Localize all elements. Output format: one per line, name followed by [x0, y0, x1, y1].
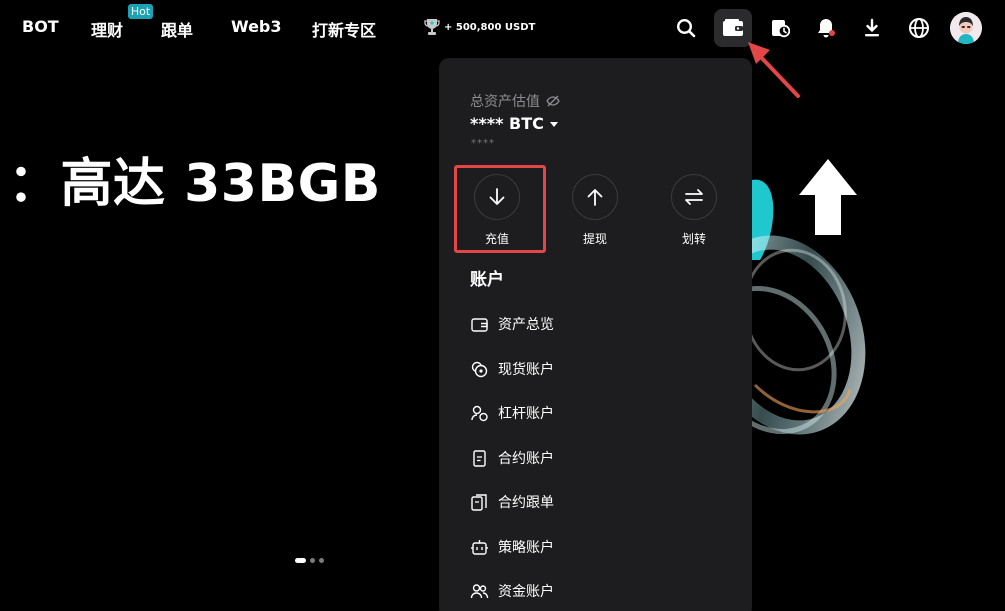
- carousel-dot-3[interactable]: [319, 558, 324, 563]
- wallet-outline-icon: [471, 317, 488, 332]
- menu-item-strategy-account[interactable]: 策略账户: [470, 535, 554, 559]
- notifications-button[interactable]: [807, 9, 845, 47]
- menu-item-spot-account[interactable]: 现货账户: [470, 357, 554, 381]
- user-avatar[interactable]: [950, 12, 982, 44]
- decorative-up-arrow: [799, 159, 857, 235]
- wallet-dropdown-panel: 总资产估值 **** BTC **** 充值 提现 划转 账户 资产总览 现货账…: [439, 58, 752, 611]
- language-button[interactable]: [900, 9, 938, 47]
- hot-badge: Hot: [128, 4, 153, 19]
- promo-banner[interactable]: + 500,800 USDT: [424, 18, 535, 36]
- promo-text: + 500,800 USDT: [444, 21, 536, 33]
- arrow-up-icon: [587, 189, 603, 206]
- globe-icon: [909, 18, 929, 38]
- download-button[interactable]: [853, 9, 891, 47]
- total-assets-fiat: ****: [471, 138, 495, 149]
- trophy-icon: [424, 19, 440, 35]
- nav-item-earn[interactable]: 理财: [91, 17, 123, 41]
- download-icon: [865, 18, 879, 37]
- total-assets-value[interactable]: **** BTC: [470, 114, 558, 133]
- users-icon: [470, 583, 489, 598]
- avatar-icon: [950, 12, 982, 44]
- chevron-down-icon: [549, 121, 558, 127]
- nav-item-bot[interactable]: BOT: [22, 17, 59, 36]
- hide-balance-icon[interactable]: [546, 95, 560, 107]
- copy-trade-icon: [471, 493, 487, 511]
- menu-item-funding-account[interactable]: 资金账户: [470, 579, 554, 603]
- total-assets-label: 总资产估值: [470, 91, 560, 111]
- margin-icon: [471, 405, 488, 421]
- menu-item-margin-account[interactable]: 杠杆账户: [470, 401, 554, 425]
- transfer-label: 划转: [681, 232, 706, 246]
- withdraw-button[interactable]: 提现: [565, 174, 625, 247]
- search-icon: [676, 18, 696, 38]
- annotation-arrow: [748, 42, 800, 98]
- accounts-section-title: 账户: [470, 270, 504, 290]
- top-nav: BOT 理财 Hot 跟单 Web3 打新专区 + 500,800 USDT: [0, 0, 1005, 56]
- menu-item-copy-trading[interactable]: 合约跟单: [470, 490, 554, 514]
- withdraw-label: 提现: [582, 232, 607, 246]
- carousel-dot-1[interactable]: [295, 558, 306, 563]
- transfer-button[interactable]: 划转: [664, 174, 724, 247]
- hero-carousel-indicator: [295, 558, 324, 563]
- hero-title: ：高达 33BGB: [8, 154, 381, 214]
- menu-item-futures-account[interactable]: 合约账户: [470, 446, 554, 470]
- futures-icon: [473, 449, 486, 467]
- transfer-icon: [685, 189, 703, 205]
- nav-item-copy-trade[interactable]: 跟单: [161, 17, 193, 41]
- search-button[interactable]: [667, 9, 705, 47]
- carousel-dot-2[interactable]: [310, 558, 315, 563]
- menu-item-asset-overview[interactable]: 资产总览: [470, 312, 554, 336]
- nav-item-launchpad[interactable]: 打新专区: [312, 17, 376, 41]
- spot-coins-icon: [471, 361, 488, 377]
- wallet-icon: [723, 19, 743, 36]
- bell-icon: [818, 19, 835, 38]
- bot-icon: [471, 539, 488, 555]
- history-icon: [772, 20, 790, 38]
- annotation-highlight-box: [454, 165, 546, 253]
- nav-item-web3[interactable]: Web3: [231, 17, 282, 36]
